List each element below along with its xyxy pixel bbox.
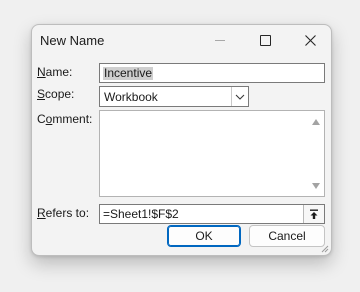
minimize-button — [197, 25, 243, 56]
close-icon — [304, 35, 316, 46]
chevron-down-icon — [235, 94, 245, 100]
name-label: Name: — [37, 65, 73, 79]
maximize-button[interactable] — [242, 25, 288, 56]
resize-grip-icon[interactable] — [320, 244, 329, 253]
ok-button[interactable]: OK — [167, 225, 241, 247]
minimize-icon — [215, 40, 225, 41]
scope-label: Scope: — [37, 87, 75, 101]
refers-to-input[interactable]: =Sheet1!$F$2 — [99, 204, 325, 224]
comment-label: Comment: — [37, 112, 93, 126]
refers-to-label: Refers to: — [37, 206, 90, 220]
name-value: Incentive — [103, 66, 154, 80]
scope-dropdown[interactable]: Workbook — [99, 86, 249, 107]
new-name-dialog: New Name Name: Incentive Scope: Workbook… — [31, 24, 332, 256]
scroll-up-icon[interactable] — [312, 119, 320, 125]
scope-value: Workbook — [104, 90, 158, 104]
close-button[interactable] — [287, 25, 331, 56]
collapse-dialog-icon — [310, 209, 318, 219]
collapse-dialog-button[interactable] — [303, 205, 324, 223]
scroll-down-icon[interactable] — [312, 183, 320, 189]
name-input[interactable]: Incentive — [99, 63, 325, 83]
dialog-title: New Name — [40, 33, 105, 48]
refers-to-value: =Sheet1!$F$2 — [103, 207, 179, 221]
cancel-button[interactable]: Cancel — [249, 225, 325, 247]
comment-textarea[interactable] — [99, 110, 325, 197]
comment-scrollbar[interactable] — [309, 111, 324, 196]
maximize-icon — [259, 35, 271, 46]
title-bar[interactable]: New Name — [32, 25, 331, 56]
scope-dropdown-button[interactable] — [231, 87, 248, 106]
